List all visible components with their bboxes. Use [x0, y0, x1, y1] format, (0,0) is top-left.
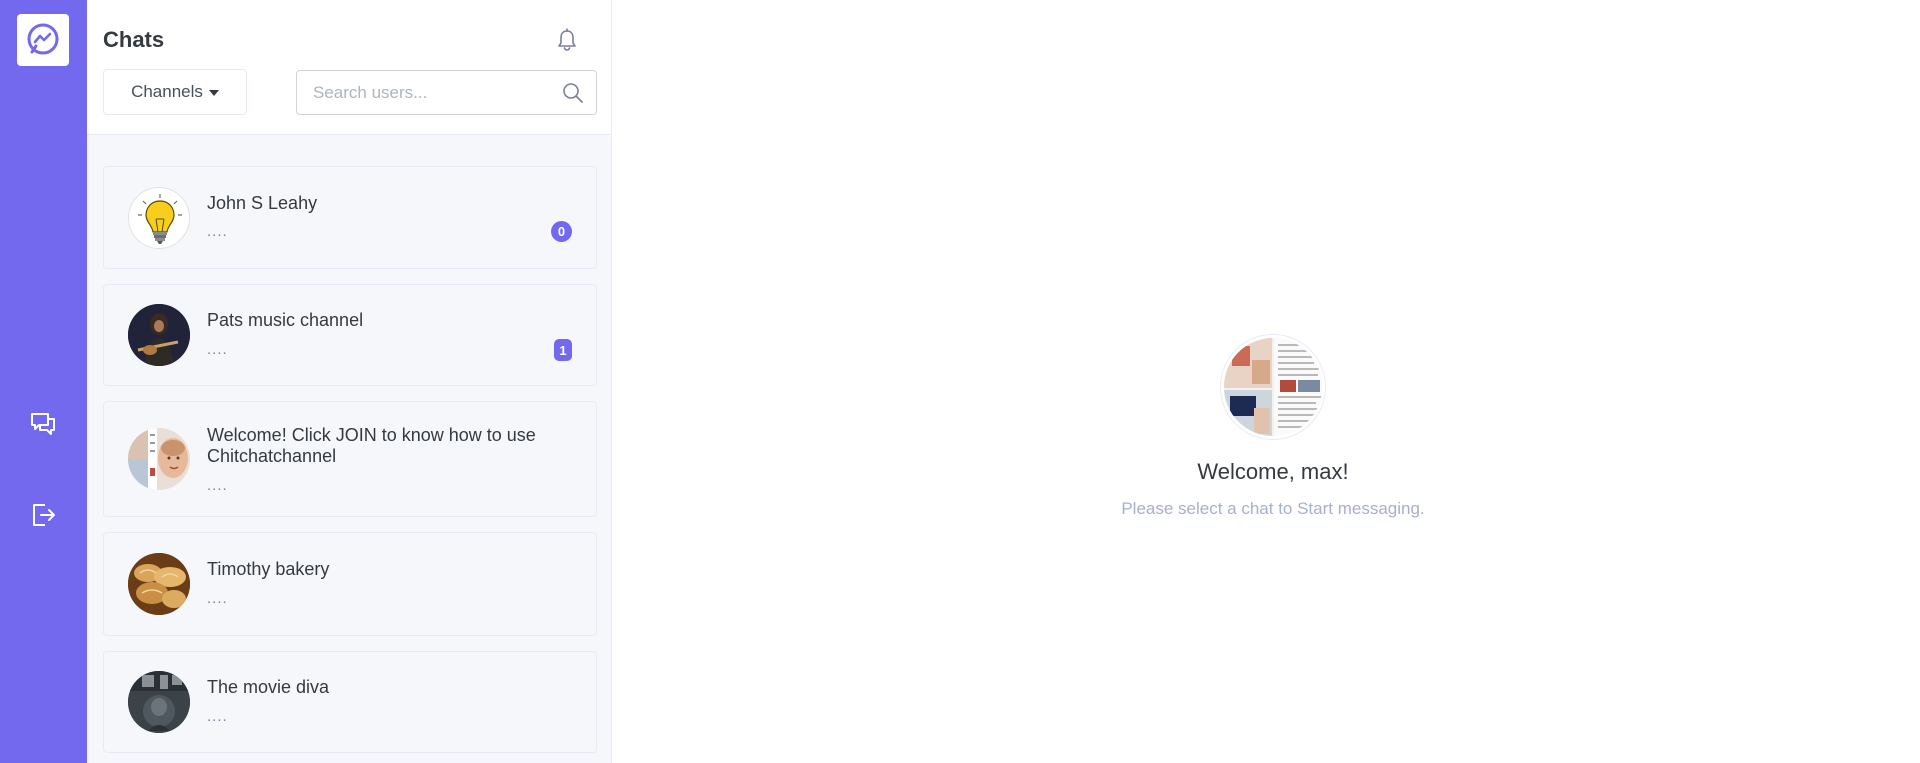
page-title: Chats — [103, 27, 165, 52]
lightbulb-icon — [138, 193, 182, 244]
chat-name: John S Leahy — [207, 193, 318, 213]
messenger-logo-icon[interactable] — [17, 14, 69, 66]
unread-badge: 0 — [551, 221, 572, 242]
channels-dropdown-label: Channels — [131, 82, 203, 101]
avatar — [128, 304, 190, 366]
bell-icon — [558, 28, 576, 51]
chat-bubbles-icon — [31, 413, 55, 435]
search-input[interactable] — [313, 71, 553, 114]
chat-name: The movie diva — [207, 677, 330, 697]
caret-down-icon — [208, 90, 219, 96]
chat-list-panel: Chats Channels Search users... John S Le… — [87, 0, 612, 763]
chat-name: Welcome! Click JOIN to know how to use C… — [207, 425, 536, 466]
welcome-subtitle: Please select a chat to Start messaging. — [1121, 499, 1425, 518]
chat-item-the-movie-diva[interactable]: The movie diva .... — [103, 651, 597, 753]
unread-badge: 1 — [554, 339, 572, 361]
chat-preview: .... — [207, 708, 228, 725]
chats-nav-button[interactable] — [22, 403, 64, 445]
search-field — [296, 70, 597, 115]
chat-item-john-s-leahy[interactable]: John S Leahy .... 0 — [103, 166, 597, 269]
bread-photo-icon — [128, 553, 190, 615]
avatar — [128, 553, 190, 615]
chat-item-timothy-bakery[interactable]: Timothy bakery .... — [103, 532, 597, 636]
chat-item-pats-music-channel[interactable]: Pats music channel .... 1 — [103, 284, 597, 386]
search-icon[interactable] — [562, 82, 584, 104]
collage-photo-icon — [1224, 338, 1322, 436]
logout-button[interactable] — [22, 494, 64, 536]
chat-preview: .... — [207, 477, 228, 494]
nav-rail — [0, 0, 87, 763]
chat-name: Timothy bakery — [207, 559, 330, 579]
welcome-empty-state: Welcome, max! Please select a chat to St… — [1103, 335, 1443, 519]
collage-photo-icon — [128, 428, 190, 490]
notifications-button[interactable] — [553, 26, 581, 54]
chat-list-header: Chats Channels — [87, 0, 611, 135]
chat-name: Pats music channel — [207, 310, 364, 330]
avatar — [128, 186, 190, 249]
chat-preview: .... — [207, 341, 228, 358]
avatar — [1221, 335, 1325, 439]
chat-preview: .... — [207, 223, 228, 240]
avatar — [128, 428, 190, 490]
welcome-title: Welcome, max! — [1197, 459, 1349, 484]
logout-icon — [33, 504, 55, 526]
chat-item-welcome[interactable]: Welcome! Click JOIN to know how to use C… — [103, 401, 597, 517]
chat-list: John S Leahy .... 0 Pats music channel .… — [103, 166, 597, 763]
guitarist-photo-icon — [128, 304, 190, 366]
channels-dropdown[interactable]: Channels — [103, 69, 247, 115]
avatar — [128, 671, 190, 733]
movie-poster-icon — [128, 671, 190, 733]
chat-preview: .... — [207, 590, 228, 607]
